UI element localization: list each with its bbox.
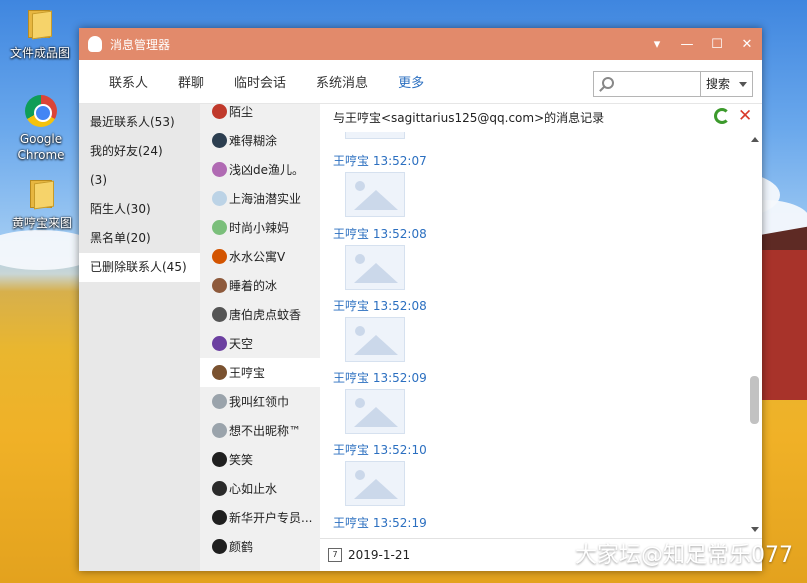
avatar [212, 104, 227, 119]
search-button-label: 搜索 [706, 77, 731, 91]
avatar [212, 191, 227, 206]
search-button[interactable]: 搜索 [701, 72, 752, 96]
image-placeholder-icon[interactable] [345, 317, 405, 362]
close-button[interactable]: ✕ [732, 37, 762, 52]
conversation-panel: 与王哼宝<sagittarius125@qq.com>的消息记录 ✕ 王哼宝 1… [320, 104, 762, 571]
folder-icon [26, 8, 54, 40]
avatar [212, 481, 227, 496]
contact-item[interactable]: 心如止水 [200, 474, 320, 503]
delete-icon[interactable]: ✕ [738, 108, 754, 125]
message-header: 王哼宝 13:52:07 [333, 154, 427, 168]
qq-penguin-icon [88, 36, 102, 52]
message-header: 王哼宝 13:52:08 [333, 227, 427, 241]
image-placeholder-icon[interactable] [345, 245, 405, 290]
contact-item[interactable]: 难得糊涂 [200, 126, 320, 155]
search-box: 搜索 [593, 71, 753, 97]
message-header: 王哼宝 13:52:08 [333, 299, 427, 313]
scroll-down-icon[interactable] [751, 527, 759, 532]
refresh-icon[interactable] [714, 108, 730, 124]
avatar [212, 539, 227, 554]
group-item-blacklist[interactable]: 黑名单(20) [79, 224, 200, 253]
dropdown-button[interactable]: ▾ [642, 37, 672, 52]
chrome-icon [25, 95, 57, 127]
avatar [212, 452, 227, 467]
image-placeholder-icon[interactable] [345, 461, 405, 506]
tab-more[interactable]: 更多 [383, 72, 439, 91]
contact-item[interactable]: 睡着的冰 [200, 271, 320, 300]
message-header: 王哼宝 13:52:19 [333, 516, 427, 530]
contact-item[interactable]: 我叫红领巾 [200, 387, 320, 416]
group-item-unnamed[interactable]: (3) [79, 166, 200, 195]
contact-item[interactable]: 唐伯虎点蚊香 [200, 300, 320, 329]
desktop-icon-label: 黄哼宝来图 [11, 216, 72, 230]
message-header: 王哼宝 13:52:09 [333, 371, 427, 385]
avatar [212, 220, 227, 235]
group-item-friends[interactable]: 我的好友(24) [79, 137, 200, 166]
image-placeholder-icon[interactable] [345, 132, 405, 139]
group-list: 最近联系人(53) 我的好友(24) (3) 陌生人(30) 黑名单(20) 已… [79, 104, 200, 571]
scroll-up-icon[interactable] [751, 137, 759, 142]
avatar [212, 510, 227, 525]
vertical-scrollbar[interactable] [748, 132, 762, 538]
scroll-thumb[interactable] [750, 376, 759, 424]
date-label: 2019-1-21 [348, 548, 411, 562]
image-placeholder-icon[interactable] [345, 172, 405, 217]
contact-item[interactable]: 陌尘 [200, 104, 320, 126]
contact-item[interactable]: 时尚小辣妈 [200, 213, 320, 242]
tab-contacts[interactable]: 联系人 [79, 72, 163, 91]
contact-item[interactable]: 新华开户专员... [200, 503, 320, 532]
search-input[interactable] [594, 72, 701, 96]
contact-item[interactable]: 颜鹤 [200, 532, 320, 561]
contact-item-selected[interactable]: 王哼宝 [200, 358, 320, 387]
avatar [212, 133, 227, 148]
window-title: 消息管理器 [110, 37, 171, 52]
contact-item[interactable]: 笑笑 [200, 445, 320, 474]
desktop-icon-chrome[interactable]: Google Chrome [3, 95, 79, 163]
avatar [212, 307, 227, 322]
avatar [212, 423, 227, 438]
title-bar[interactable]: 消息管理器 ▾ — ☐ ✕ [79, 28, 762, 60]
group-item-strangers[interactable]: 陌生人(30) [79, 195, 200, 224]
contact-item[interactable]: 水水公寓V [200, 242, 320, 271]
maximize-button[interactable]: ☐ [702, 37, 732, 52]
tab-groups[interactable]: 群聊 [163, 72, 219, 91]
avatar [212, 162, 227, 177]
tab-system-messages[interactable]: 系统消息 [301, 72, 383, 91]
avatar [212, 336, 227, 351]
contact-list: 陌尘 难得糊涂 浅凶de渔儿。 上海油潜实业 时尚小辣妈 水水公寓V 睡着的冰 … [200, 104, 320, 571]
image-placeholder-icon[interactable] [345, 389, 405, 434]
avatar [212, 394, 227, 409]
contact-item[interactable]: 上海油潜实业 [200, 184, 320, 213]
conversation-title: 与王哼宝<sagittarius125@qq.com>的消息记录 [333, 111, 605, 125]
contact-item[interactable]: 天空 [200, 329, 320, 358]
tab-temp-sessions[interactable]: 临时会话 [219, 72, 301, 91]
toolbar: 联系人 群聊 临时会话 系统消息 更多 搜索 [79, 60, 762, 104]
group-item-deleted[interactable]: 已删除联系人(45) [79, 253, 200, 282]
message-header: 王哼宝 13:52:10 [333, 443, 427, 457]
message-list: 王哼宝 13:52:07 王哼宝 13:52:08 王哼宝 13:52:08 王… [320, 132, 748, 538]
contact-item[interactable]: 浅凶de渔儿。 [200, 155, 320, 184]
watermark: 大家坛@知足常乐077 [575, 543, 793, 568]
avatar [212, 278, 227, 293]
minimize-button[interactable]: — [672, 37, 702, 52]
desktop-icon-label: 文件成品图 [9, 46, 70, 60]
calendar-icon[interactable]: 7 [328, 548, 342, 562]
search-icon [602, 77, 614, 89]
chevron-down-icon[interactable] [739, 82, 747, 87]
avatar [212, 365, 227, 380]
group-item-recent[interactable]: 最近联系人(53) [79, 108, 200, 137]
contact-item[interactable]: 想不出昵称™ [200, 416, 320, 445]
folder-icon [28, 178, 56, 210]
desktop-icon-folder-1[interactable]: 文件成品图 [2, 8, 78, 61]
desktop-icon-label: Google Chrome [17, 132, 65, 162]
barn [759, 250, 807, 400]
message-manager-window: 消息管理器 ▾ — ☐ ✕ 联系人 群聊 临时会话 系统消息 更多 搜索 最近联… [79, 28, 762, 571]
avatar [212, 249, 227, 264]
desktop-icon-folder-2[interactable]: 黄哼宝来图 [4, 178, 80, 231]
